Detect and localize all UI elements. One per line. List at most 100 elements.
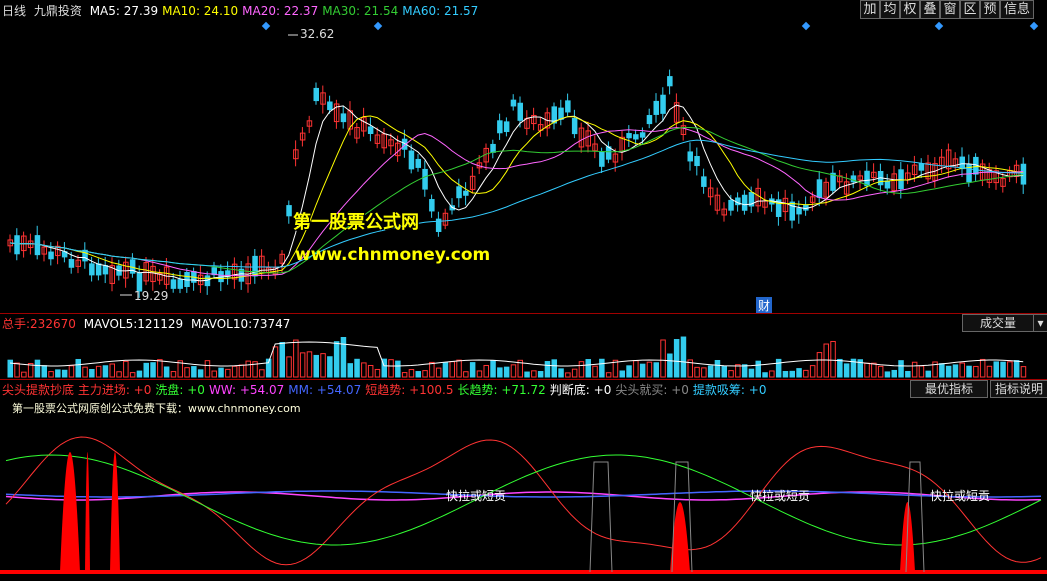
volume-bar — [245, 360, 251, 378]
candle-body — [741, 194, 748, 211]
volume-bar — [279, 342, 285, 378]
candle-body — [286, 205, 292, 217]
toolbar-button-6[interactable]: 预 — [980, 0, 1000, 19]
volume-bar — [728, 370, 734, 378]
volume-bar — [707, 365, 714, 378]
volume-bar — [435, 367, 442, 378]
volume-bar — [531, 370, 537, 378]
ma-item: MA60: 21.57 — [402, 4, 479, 18]
candle-body — [646, 115, 653, 125]
candle-body — [728, 199, 734, 211]
volume-bar — [551, 359, 557, 378]
candle-body — [340, 113, 347, 123]
watermark-url: www.chnmoney.com — [295, 245, 491, 265]
volume-bar — [571, 368, 578, 378]
volume-bar — [966, 365, 972, 378]
toolbar-button-5[interactable]: 区 — [960, 0, 980, 19]
candle-body — [422, 168, 428, 190]
volume-bar — [197, 369, 204, 378]
indicator-item-1: 洗盘: +0 — [155, 383, 205, 397]
candle-body — [796, 207, 802, 215]
candle-body — [14, 235, 20, 255]
volume-bar — [143, 362, 149, 378]
period-label[interactable]: 日线 — [2, 4, 26, 18]
candle-body — [463, 190, 469, 196]
event-marker — [934, 21, 944, 31]
candle-body — [701, 176, 707, 187]
volume-header: 总手:232670 MAVOL5:121129 MAVOL10:73747 — [2, 315, 1047, 333]
volume-bar — [395, 360, 401, 378]
candle-body — [653, 100, 659, 115]
candle-body — [558, 107, 564, 120]
toolbar-button-0[interactable]: 加 — [860, 0, 880, 19]
toolbar-button-3[interactable]: 叠 — [920, 0, 940, 19]
volume-bar — [592, 365, 598, 378]
volume-chart[interactable] — [0, 333, 1047, 378]
volume-bar — [755, 360, 761, 378]
indicator-help-button[interactable]: 指标说明 — [990, 380, 1047, 398]
indicator-item-8: 提款吸筹: +0 — [692, 383, 767, 397]
volume-mode-arrow[interactable]: ▾ — [1033, 314, 1047, 332]
candle-body — [327, 101, 333, 111]
candle-body — [510, 99, 517, 107]
toolbar-button-4[interactable]: 窗 — [940, 0, 960, 19]
volume-bar — [218, 367, 224, 378]
annotation-2: 快拉或短贡 — [750, 489, 811, 503]
event-marker — [1029, 21, 1039, 31]
ma-line-30 — [9, 127, 1024, 274]
candle-body — [639, 132, 646, 138]
volume-bar — [741, 364, 748, 378]
volume-bar — [55, 369, 61, 378]
volume-bar — [952, 364, 959, 378]
candlestick-chart[interactable] — [0, 18, 1047, 313]
volume-bar — [701, 367, 707, 378]
volume-bar — [694, 366, 700, 378]
volume-bar — [945, 365, 952, 378]
volume-bar — [653, 362, 659, 378]
volume-bar — [476, 370, 483, 378]
toolbar-button-7[interactable]: 信息 — [1000, 0, 1034, 19]
toolbar-button-1[interactable]: 均 — [880, 0, 900, 19]
volume-bar — [660, 339, 666, 378]
finance-marker[interactable]: 财 — [756, 297, 773, 314]
volume-bar — [225, 368, 231, 378]
candle-body — [918, 163, 925, 171]
annotation-3: 快拉或短贡 — [930, 489, 991, 503]
volume-bar — [565, 372, 571, 378]
volume-mode-button[interactable]: 成交量 — [962, 314, 1034, 332]
toolbar-button-2[interactable]: 权 — [900, 0, 920, 19]
volume-bar — [646, 361, 653, 378]
volume-bar — [14, 362, 20, 378]
volume-bar — [905, 370, 911, 378]
volume-bar — [871, 362, 877, 378]
volume-bar — [354, 358, 360, 378]
volume-bar — [333, 341, 340, 378]
ma-line-5 — [9, 104, 1024, 282]
volume-bar — [1000, 361, 1006, 378]
volume-bar — [721, 365, 727, 378]
volume-bar — [490, 360, 496, 378]
volume-bar — [497, 367, 503, 378]
candle-body — [626, 133, 632, 139]
total-volume-value: 232670 — [30, 317, 76, 331]
volume-bar — [456, 359, 462, 378]
volume-bar — [41, 365, 47, 378]
candle-body — [95, 263, 102, 276]
candle-body — [789, 201, 795, 221]
indicator-chart[interactable] — [0, 400, 1047, 580]
volume-bar — [673, 339, 680, 378]
candle-body — [517, 102, 523, 121]
grey-signal — [589, 461, 613, 573]
candle-body — [667, 76, 673, 87]
volume-bar — [123, 360, 129, 378]
ma-values: MA5: 27.39 MA10: 24.10 MA20: 22.37 MA30: 21… — [90, 4, 483, 18]
candle-body — [48, 251, 54, 260]
indicator-item-4: 短趋势: +100.5 — [365, 383, 454, 397]
volume-bar — [1013, 360, 1020, 378]
candle-body — [415, 158, 421, 168]
volume-bar — [639, 363, 646, 378]
best-indicator-button[interactable]: 最优指标 — [910, 380, 988, 398]
volume-bar — [422, 370, 428, 378]
volume-bar — [809, 365, 816, 378]
volume-bar — [789, 370, 795, 378]
